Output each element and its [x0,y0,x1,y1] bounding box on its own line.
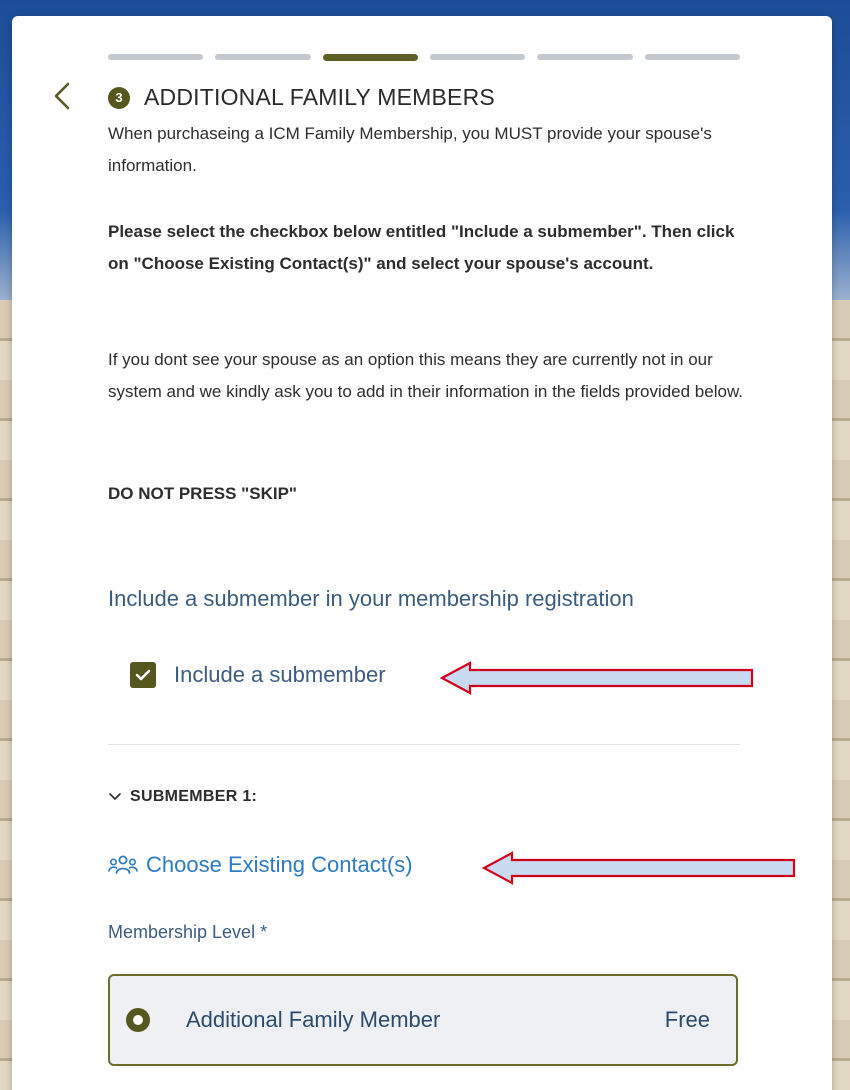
instruction-paragraph-1: When purchaseing a ICM Family Membership… [108,124,712,175]
submember-section-heading: Include a submember in your membership r… [108,586,634,611]
progress-step-5 [537,54,633,60]
membership-level-option[interactable]: Additional Family Member Free [108,974,738,1066]
progress-step-6 [644,54,740,60]
membership-option-name: Additional Family Member [186,1007,441,1032]
skip-warning: DO NOT PRESS "SKIP" [108,484,297,503]
instruction-paragraph-2: Please select the checkbox below entitle… [108,222,735,273]
step-header: 3 ADDITIONAL FAMILY MEMBERS [108,84,495,111]
progress-step-4 [429,54,526,60]
chevron-down-icon [109,793,121,800]
include-submember-row[interactable]: Include a submember [130,662,386,688]
include-submember-label[interactable]: Include a submember [174,662,386,688]
step-title: ADDITIONAL FAMILY MEMBERS [144,84,495,110]
progress-step-2 [215,54,311,60]
check-icon [135,669,151,681]
section-divider [108,744,740,745]
people-group-icon [108,855,138,874]
include-submember-checkbox[interactable] [130,662,156,688]
instruction-paragraph-3: If you dont see your spouse as an option… [108,350,744,401]
progress-step-1 [108,54,204,60]
step-progress-bar [108,54,740,62]
chevron-left-icon[interactable] [48,78,76,114]
submember-1-toggle[interactable]: SUBMEMBER 1: [108,788,257,806]
progress-step-3-current [322,54,418,61]
choose-existing-contacts-label[interactable]: Choose Existing Contact(s) [146,852,413,878]
membership-level-label: Membership Level * [108,922,268,942]
membership-option-price: Free [664,1007,710,1032]
choose-existing-contacts-link[interactable]: Choose Existing Contact(s) [108,852,413,878]
submember-1-label: SUBMEMBER 1: [130,788,258,805]
step-number-badge: 3 [108,86,130,109]
annotation-arrow-contacts [482,851,796,885]
registration-card: 3 ADDITIONAL FAMILY MEMBERS When purchas… [12,16,832,1090]
annotation-arrow-checkbox [440,661,754,695]
membership-level-radio[interactable] [126,1008,150,1032]
